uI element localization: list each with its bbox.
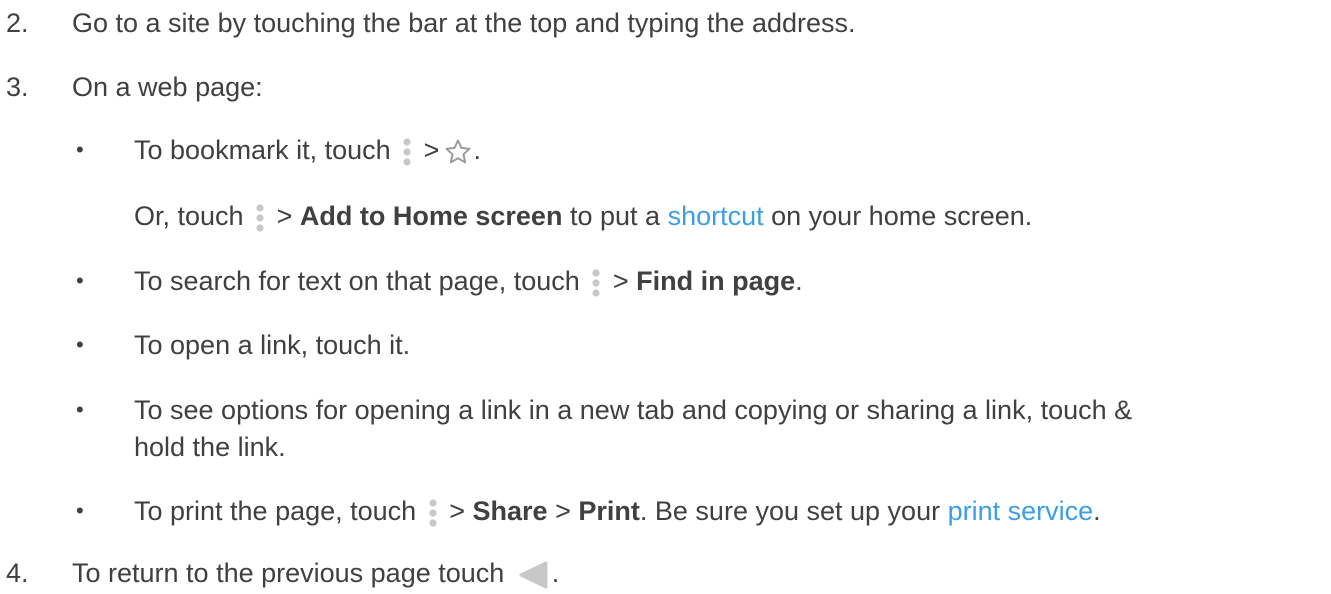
find-in-page-label: Find in page	[636, 266, 796, 296]
print-instruction: To print the page, touch > Share > Print…	[134, 494, 1101, 528]
step-4-pre: To return to the previous page touch	[72, 558, 505, 588]
bullet-marker: •	[76, 268, 84, 293]
options-instruction-line1: To see options for opening a link in a n…	[134, 395, 1133, 425]
shortcut-link[interactable]: shortcut	[668, 201, 764, 231]
home-mid: to put a	[569, 201, 661, 231]
step-number-4: 4.	[6, 558, 29, 588]
step-3-text: On a web page:	[72, 72, 263, 102]
print-end: .	[1093, 496, 1101, 526]
bullet-marker: •	[76, 137, 84, 162]
print-mid: . Be sure you set up your	[639, 496, 941, 526]
share-label: Share	[472, 496, 548, 526]
more-vert-icon	[429, 499, 437, 527]
star-outline-icon	[445, 139, 471, 164]
more-vert-icon	[403, 138, 411, 166]
more-vert-icon	[592, 269, 600, 297]
step-4-end: .	[551, 558, 560, 588]
bullet-marker: •	[76, 498, 84, 523]
home-gt: >	[276, 201, 293, 231]
step-number-3: 3.	[6, 72, 29, 102]
print-gt: >	[449, 496, 466, 526]
find-pre: To search for text on that page, touch	[134, 266, 580, 296]
bookmark-end: .	[473, 135, 481, 165]
home-post: on your home screen.	[771, 201, 1033, 231]
find-end: .	[795, 266, 803, 296]
back-triangle-icon	[519, 561, 548, 589]
step-2-text: Go to a site by touching the bar at the …	[72, 8, 856, 38]
step-4-text: To return to the previous page touch .	[72, 556, 559, 590]
open-link-instruction: To open a link, touch it.	[134, 330, 411, 360]
bookmark-instruction: To bookmark it, touch > .	[134, 133, 481, 167]
find-instruction: To search for text on that page, touch >…	[134, 264, 803, 298]
bullet-marker: •	[76, 397, 84, 422]
add-to-home-label: Add to Home screen	[299, 201, 563, 231]
print-pre: To print the page, touch	[134, 496, 417, 526]
print-gt2: >	[555, 496, 571, 526]
bookmark-pre: To bookmark it, touch	[134, 135, 391, 165]
step-number-2: 2.	[6, 8, 29, 38]
options-instruction-line2: hold the link.	[134, 432, 286, 462]
instructions-page: 2. Go to a site by touching the bar at t…	[0, 0, 1331, 594]
bookmark-gt: >	[423, 135, 440, 165]
home-pre: Or, touch	[134, 201, 244, 231]
find-gt: >	[612, 266, 629, 296]
print-service-link[interactable]: print service	[948, 496, 1094, 526]
more-vert-icon	[256, 204, 264, 232]
print-label: Print	[578, 496, 640, 526]
bullet-marker: •	[76, 332, 84, 357]
add-home-instruction: Or, touch > Add to Home screen to put a …	[134, 199, 1032, 233]
